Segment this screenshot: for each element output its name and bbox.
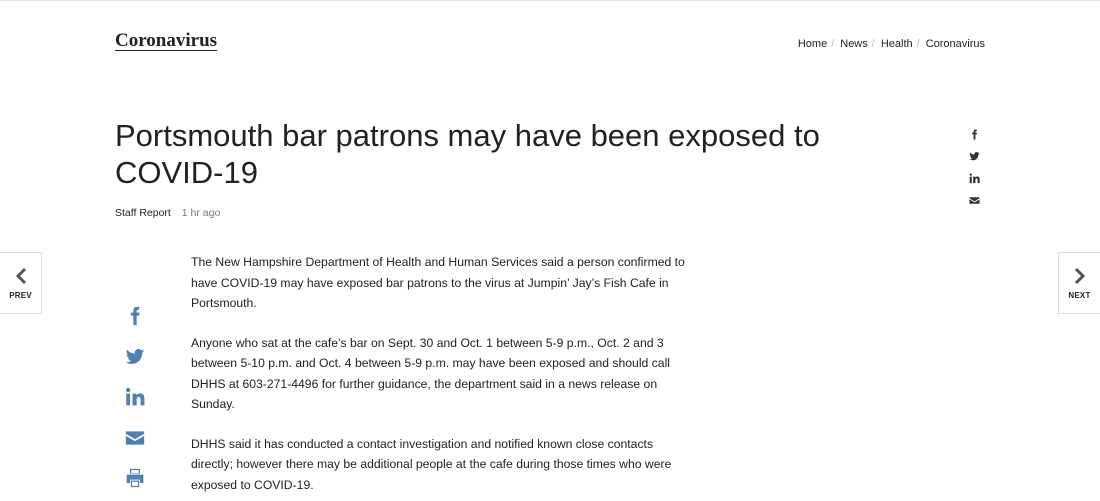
article-body: The New Hampshire Department of Health a… — [191, 252, 691, 501]
breadcrumb-separator: / — [831, 38, 835, 50]
facebook-share-button[interactable] — [125, 296, 145, 337]
section-title-link[interactable]: Coronavirus — [115, 30, 217, 52]
twitter-icon — [125, 348, 145, 364]
article-paragraph: Anyone who sat at the cafe’s bar on Sept… — [191, 335, 670, 412]
chevron-left-icon — [15, 267, 26, 284]
facebook-icon — [971, 128, 977, 140]
twitter-share-button[interactable] — [125, 337, 145, 378]
email-icon — [968, 196, 980, 204]
breadcrumb-separator: / — [916, 38, 920, 50]
print-icon — [126, 469, 144, 488]
next-label: NEXT — [1068, 290, 1091, 300]
email-share-button[interactable] — [125, 418, 145, 459]
linkedin-share-button[interactable] — [125, 377, 145, 418]
article-headline: Portsmouth bar patrons may have been exp… — [115, 118, 820, 190]
breadcrumb-news[interactable]: News — [840, 38, 868, 50]
twitter-icon — [968, 151, 980, 160]
next-article-button[interactable]: NEXT — [1058, 252, 1100, 314]
author-link[interactable]: Staff Report — [115, 207, 171, 219]
top-border — [0, 0, 1100, 1]
byline: Staff Report 1 hr ago — [115, 207, 220, 219]
linkedin-share-button[interactable] — [969, 167, 980, 189]
breadcrumb-separator: / — [871, 38, 875, 50]
publish-time: 1 hr ago — [181, 207, 221, 219]
article-paragraph: The New Hampshire Department of Health a… — [191, 255, 685, 310]
linkedin-icon — [126, 388, 145, 406]
breadcrumb-coronavirus[interactable]: Coronavirus — [926, 38, 985, 50]
email-icon — [125, 431, 145, 445]
share-bar-top — [966, 123, 982, 211]
facebook-share-button[interactable] — [969, 123, 980, 145]
facebook-icon — [130, 307, 140, 326]
chevron-right-icon — [1074, 267, 1085, 284]
breadcrumb-health[interactable]: Health — [881, 38, 913, 50]
prev-article-button[interactable]: PREV — [0, 252, 42, 314]
share-bar-side — [121, 296, 149, 499]
email-share-button[interactable] — [968, 189, 980, 211]
article-paragraph: DHHS said it has conducted a contact inv… — [191, 436, 672, 492]
prev-label: PREV — [9, 290, 32, 300]
print-button[interactable] — [125, 458, 145, 499]
linkedin-icon — [969, 172, 980, 183]
breadcrumb-home[interactable]: Home — [798, 38, 827, 50]
breadcrumb: Home / News / Health / Coronavirus — [798, 38, 985, 50]
twitter-share-button[interactable] — [968, 145, 980, 167]
